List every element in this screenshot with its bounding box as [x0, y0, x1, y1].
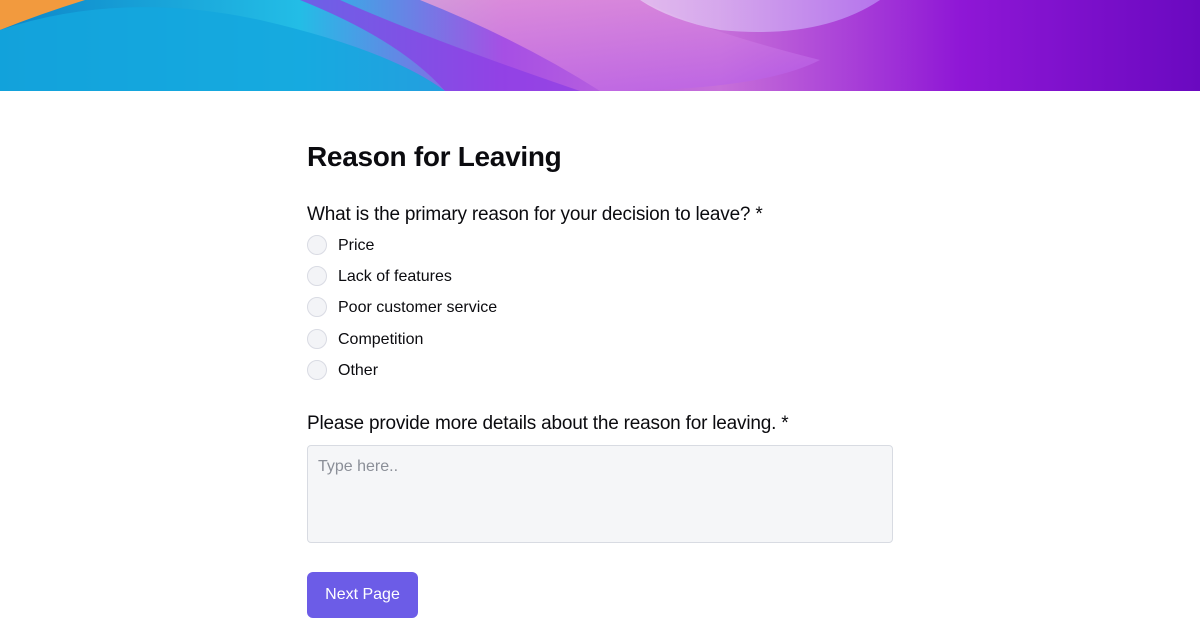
- radio-button[interactable]: [307, 235, 327, 255]
- radio-button[interactable]: [307, 297, 327, 318]
- radio-option-label: Lack of features: [338, 268, 452, 286]
- radio-option-label: Other: [338, 361, 379, 379]
- radio-option-price[interactable]: Price: [307, 235, 497, 266]
- header-banner: [0, 0, 1200, 91]
- page-title: Reason for Leaving: [307, 141, 562, 172]
- radio-option-other[interactable]: Other: [307, 359, 497, 391]
- question-primary-reason-label: What is the primary reason for your deci…: [307, 204, 763, 225]
- radio-option-label: Price: [338, 237, 375, 254]
- banner-gradient-art: [0, 0, 1200, 91]
- radio-option-label: Competition: [338, 330, 424, 348]
- primary-reason-radio-group: Price Lack of features Poor customer ser…: [307, 235, 497, 391]
- radio-option-label: Poor customer service: [338, 299, 498, 317]
- radio-option-poor-customer-service[interactable]: Poor customer service: [307, 297, 497, 328]
- radio-option-competition[interactable]: Competition: [307, 328, 497, 360]
- question-details-label: Please provide more details about the re…: [307, 413, 789, 434]
- radio-option-lack-of-features[interactable]: Lack of features: [307, 266, 497, 297]
- next-page-button[interactable]: Next Page: [307, 572, 418, 618]
- radio-button[interactable]: [307, 328, 327, 349]
- details-textarea[interactable]: [307, 445, 893, 543]
- radio-button[interactable]: [307, 266, 327, 287]
- radio-button[interactable]: [307, 359, 327, 380]
